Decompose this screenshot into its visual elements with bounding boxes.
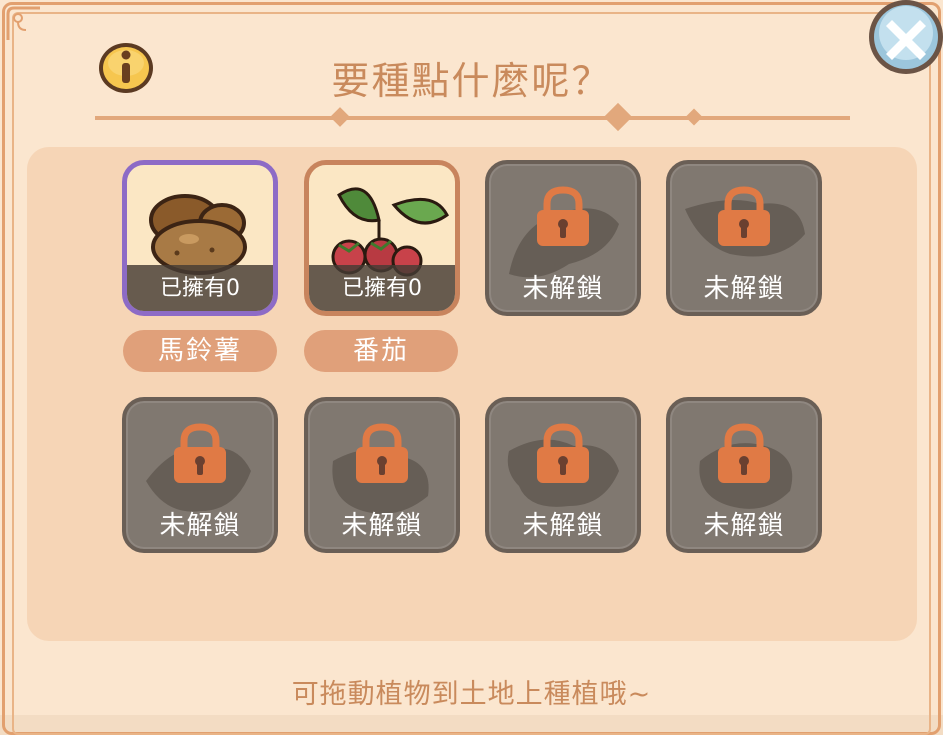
- locked-slot[interactable]: 未解鎖: [485, 397, 641, 553]
- locked-label: 未解鎖: [703, 511, 785, 541]
- crop-grid: 已擁有0 馬鈴薯 已擁有0 番茄 未解鎖 未解鎖 未解鎖 未解鎖 未解鎖 未解鎖: [27, 147, 917, 641]
- lock-icon: [718, 186, 770, 246]
- locked-slot[interactable]: 未解鎖: [666, 160, 822, 316]
- locked-label: 未解鎖: [522, 274, 604, 304]
- lock-icon: [537, 186, 589, 246]
- corner-ornament-icon: [6, 6, 40, 40]
- owned-count-label: 已擁有0: [342, 276, 422, 301]
- owned-count-label: 已擁有0: [160, 276, 240, 301]
- crop-name-potato: 馬鈴薯: [123, 330, 277, 372]
- locked-slot[interactable]: 未解鎖: [122, 397, 278, 553]
- lock-icon: [718, 423, 770, 483]
- locked-slot[interactable]: 未解鎖: [304, 397, 460, 553]
- crop-slot-potato[interactable]: 已擁有0: [122, 160, 278, 316]
- crop-name-tomato: 番茄: [304, 330, 458, 372]
- lock-icon: [537, 423, 589, 483]
- locked-slot[interactable]: 未解鎖: [485, 160, 641, 316]
- close-icon[interactable]: [862, 0, 943, 78]
- locked-label: 未解鎖: [159, 511, 241, 541]
- locked-label: 未解鎖: [703, 274, 785, 304]
- locked-slot[interactable]: 未解鎖: [666, 397, 822, 553]
- drag-hint-text: 可拖動植物到土地上種植哦~: [291, 679, 652, 710]
- locked-label: 未解鎖: [341, 511, 423, 541]
- crop-slot-tomato[interactable]: 已擁有0: [304, 160, 460, 316]
- lock-icon: [356, 423, 408, 483]
- lock-icon: [174, 423, 226, 483]
- locked-label: 未解鎖: [522, 511, 604, 541]
- dialog-title: 要種點什麼呢？: [331, 59, 612, 103]
- plant-selection-dialog: 要種點什麼呢？ 已擁有0 馬鈴薯 已擁有0 番茄 未解鎖 未解鎖 未解鎖 未解鎖…: [0, 0, 943, 735]
- title-divider: [95, 102, 850, 132]
